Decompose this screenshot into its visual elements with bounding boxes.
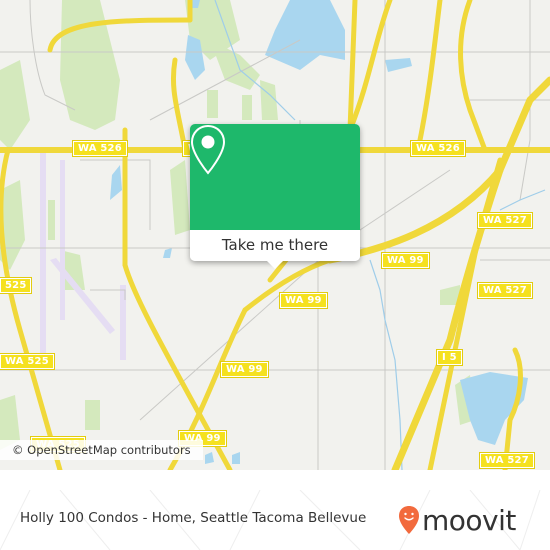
route-shield-wa99: WA 99 <box>381 252 430 269</box>
moovit-wordmark: moovit <box>422 503 516 537</box>
route-shield-wa99: WA 99 <box>279 292 328 309</box>
location-popup: Take me there <box>190 124 360 269</box>
route-shield-wa526: WA 526 <box>72 140 128 157</box>
take-me-there-button[interactable]: Take me there <box>190 230 360 261</box>
route-shield-wa527: WA 527 <box>477 282 533 299</box>
route-shield-wa527: WA 527 <box>477 212 533 229</box>
place-title: Holly 100 Condos - Home, Seattle Tacoma … <box>20 510 367 526</box>
moovit-logo[interactable]: moovit <box>398 502 516 538</box>
map[interactable]: WA 526 WA 526 WA 526 WA 527 WA 527 WA 52… <box>0 0 550 470</box>
popup-header <box>190 124 360 230</box>
moovit-pin-icon <box>399 506 419 534</box>
route-shield-wa99: WA 99 <box>220 361 269 378</box>
route-shield-i5: I 5 <box>436 349 463 366</box>
location-pin-icon <box>190 124 226 175</box>
route-shield-wa526: WA 526 <box>410 140 466 157</box>
map-attribution[interactable]: © OpenStreetMap contributors <box>0 440 203 460</box>
route-shield-wa527: WA 527 <box>479 452 535 469</box>
popup-pointer <box>266 260 284 269</box>
route-shield-wa525: 525 <box>0 277 33 294</box>
route-shield-wa525: WA 525 <box>0 353 55 370</box>
footer: Holly 100 Condos - Home, Seattle Tacoma … <box>0 490 550 550</box>
